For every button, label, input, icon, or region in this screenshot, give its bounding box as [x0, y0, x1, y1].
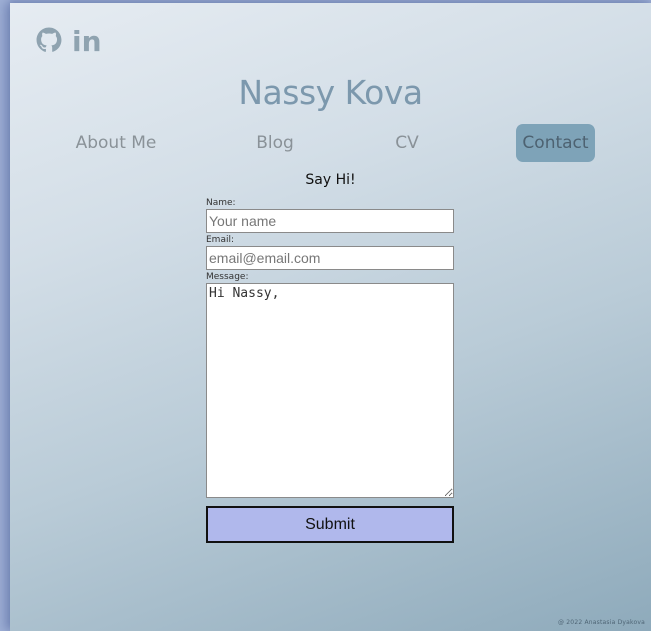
- social-links: in: [36, 27, 102, 57]
- nav-item-blog[interactable]: Blog: [240, 124, 310, 162]
- github-icon[interactable]: [36, 27, 62, 57]
- site-title[interactable]: Nassy Kova: [10, 73, 651, 112]
- footer-copyright: @ 2022 Anastasia Dyakova: [557, 619, 645, 626]
- nav-item-about-me[interactable]: About Me: [66, 124, 166, 162]
- name-label: Name:: [206, 198, 236, 208]
- email-field[interactable]: [206, 246, 454, 270]
- message-label: Message:: [206, 272, 249, 282]
- contact-form: Name: Email: Message: Hi Nassy, Submit: [206, 198, 454, 543]
- contact-heading: Say Hi!: [305, 172, 356, 188]
- main-nav: About Me Blog CV Contact: [10, 124, 651, 162]
- nav-item-contact[interactable]: Contact: [516, 124, 595, 162]
- email-label: Email:: [206, 235, 235, 245]
- name-field[interactable]: [206, 209, 454, 233]
- submit-button[interactable]: Submit: [206, 506, 454, 543]
- nav-item-cv[interactable]: CV: [382, 124, 432, 162]
- linkedin-icon[interactable]: in: [72, 28, 102, 56]
- message-field[interactable]: Hi Nassy,: [206, 283, 454, 498]
- page-frame: in Nassy Kova About Me Blog CV Contact S…: [10, 3, 651, 631]
